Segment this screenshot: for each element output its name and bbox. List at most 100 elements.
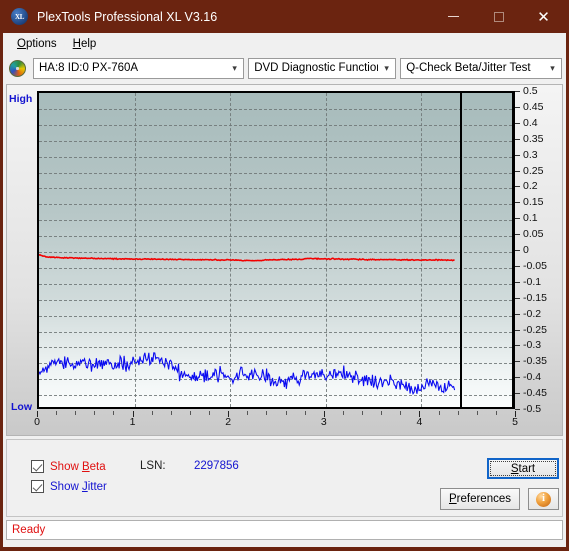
x-tick-minor (189, 411, 191, 415)
x-tick-minor (362, 411, 364, 415)
x-tick-minor (266, 411, 268, 415)
x-tick-label: 4 (416, 416, 423, 428)
y-tick-mark (515, 409, 520, 410)
info-icon: i (536, 491, 551, 507)
y-tick-label: 0.25 (523, 164, 544, 177)
y-tick-mark (515, 106, 520, 108)
menu-item-help[interactable]: Help (65, 37, 105, 51)
y-tick-mark (515, 91, 520, 92)
info-button[interactable]: i (528, 488, 559, 510)
show-jitter-checkbox[interactable] (31, 480, 44, 493)
y-tick-mark (515, 393, 520, 395)
x-tick-minor (285, 411, 287, 415)
trace-beta (39, 253, 455, 262)
y-tick-mark (515, 234, 520, 236)
y-tick-label: 0.45 (523, 100, 544, 113)
x-tick-minor (476, 411, 478, 415)
y-tick-label: 0 (523, 244, 529, 256)
y-tick-label: -0.25 (523, 323, 547, 336)
y-tick-mark (515, 154, 520, 156)
x-tick-minor (75, 411, 77, 415)
x-tick-label: 1 (129, 416, 136, 428)
y-tick-label: -0.2 (523, 307, 542, 320)
trace-jitter (39, 352, 456, 395)
x-tick-minor (113, 411, 115, 415)
y-tick-label: -0.1 (523, 275, 542, 288)
test-select[interactable]: Q-Check Beta/Jitter Test ▾ (400, 57, 562, 79)
y-tick-label: 0.5 (523, 85, 538, 97)
x-tick-label: 0 (34, 416, 40, 428)
maximize-button[interactable] (476, 0, 521, 33)
x-axis-ticks: 0 1 2 3 4 5 (34, 411, 518, 433)
scan-end-marker (459, 93, 462, 407)
y-tick-mark (515, 218, 520, 220)
y-tick-label: -0.3 (523, 339, 542, 352)
y-tick-mark (515, 297, 520, 299)
window-title: PlexTools Professional XL V3.16 (37, 9, 218, 24)
drive-select[interactable]: HA:8 ID:0 PX-760A ▾ (33, 57, 245, 79)
x-tick-minor (56, 411, 58, 415)
y-tick-mark (515, 313, 520, 315)
x-tick-minor (170, 411, 172, 415)
y-tick-label: 0.3 (523, 148, 538, 161)
title-bar: XL PlexTools Professional XL V3.16 ✕ (3, 0, 566, 33)
y-tick-label: -0.5 (523, 403, 542, 415)
y-tick-label: 0.05 (523, 228, 544, 241)
lsn-label: LSN: (140, 460, 166, 472)
menu-options-rest: ptions (25, 37, 57, 50)
axis-label-high: High (9, 93, 33, 105)
x-tick-minor (94, 411, 96, 415)
y-tick-mark (515, 281, 520, 283)
xl-logo-icon: XL (11, 8, 28, 25)
menu-help-rest: elp (80, 37, 97, 50)
optical-disc-icon (9, 59, 26, 77)
x-tick-minor (342, 411, 344, 415)
x-tick-minor (381, 411, 383, 415)
application-window: XL PlexTools Professional XL V3.16 ✕ Opt… (0, 0, 569, 551)
close-icon[interactable]: ✕ (521, 0, 566, 33)
status-text: Ready (12, 524, 46, 536)
y-tick-label: 0.4 (523, 116, 538, 129)
preferences-button-label: Preferences (448, 493, 511, 505)
y-tick-label: 0.35 (523, 132, 544, 145)
y-axis-ticks: 0.5 0.45 0.4 0.35 0.3 0.25 0.2 0.15 0.1 0.05 0 -0.0… (515, 85, 569, 415)
show-beta-checkbox[interactable] (31, 460, 44, 473)
y-tick-label: 0.1 (523, 212, 538, 225)
window-controls: ✕ (431, 0, 566, 33)
y-tick-mark (515, 377, 520, 379)
x-tick-label: 5 (512, 416, 518, 428)
menu-bar: Options Help (3, 33, 566, 54)
chevron-down-icon: ▾ (550, 62, 555, 73)
show-beta-label: Show Beta (50, 460, 106, 473)
function-select[interactable]: DVD Diagnostic Functions ▾ (248, 57, 397, 79)
start-button-label: Start (490, 461, 556, 476)
y-tick-mark (515, 250, 520, 251)
test-select-value: Q-Check Beta/Jitter Test (406, 62, 531, 74)
chevron-down-icon: ▾ (232, 62, 237, 73)
show-jitter-checkbox-row[interactable]: Show Jitter (31, 480, 107, 493)
chart-panel: High Low 0.5 0.45 0.4 0.35 0.3 0.25 0.2 0.15 0.1… (6, 84, 563, 436)
y-tick-mark (515, 170, 520, 172)
show-beta-checkbox-row[interactable]: Show Beta (31, 460, 106, 473)
y-tick-label: -0.45 (523, 387, 547, 400)
start-button[interactable]: Start (487, 458, 559, 479)
toolbar: HA:8 ID:0 PX-760A ▾ DVD Diagnostic Funct… (3, 54, 566, 82)
y-tick-mark (515, 202, 520, 204)
preferences-button[interactable]: Preferences (440, 488, 520, 510)
function-select-value: DVD Diagnostic Functions (254, 62, 379, 74)
y-tick-label: 0.15 (523, 196, 544, 209)
y-tick-label: 0.2 (523, 180, 538, 193)
x-tick-label: 2 (225, 416, 232, 428)
minimize-button[interactable] (431, 0, 476, 33)
trace-layer (39, 253, 456, 395)
x-tick-minor (209, 411, 211, 415)
chevron-down-icon: ▾ (384, 62, 389, 73)
axis-label-low: Low (11, 401, 32, 413)
x-tick-minor (438, 411, 440, 415)
y-tick-mark (515, 345, 520, 347)
x-tick-minor (247, 411, 249, 415)
y-tick-label: -0.15 (523, 291, 547, 304)
drive-select-value: HA:8 ID:0 PX-760A (39, 62, 139, 74)
menu-item-options[interactable]: Options (9, 37, 65, 51)
x-tick-minor (400, 411, 402, 415)
